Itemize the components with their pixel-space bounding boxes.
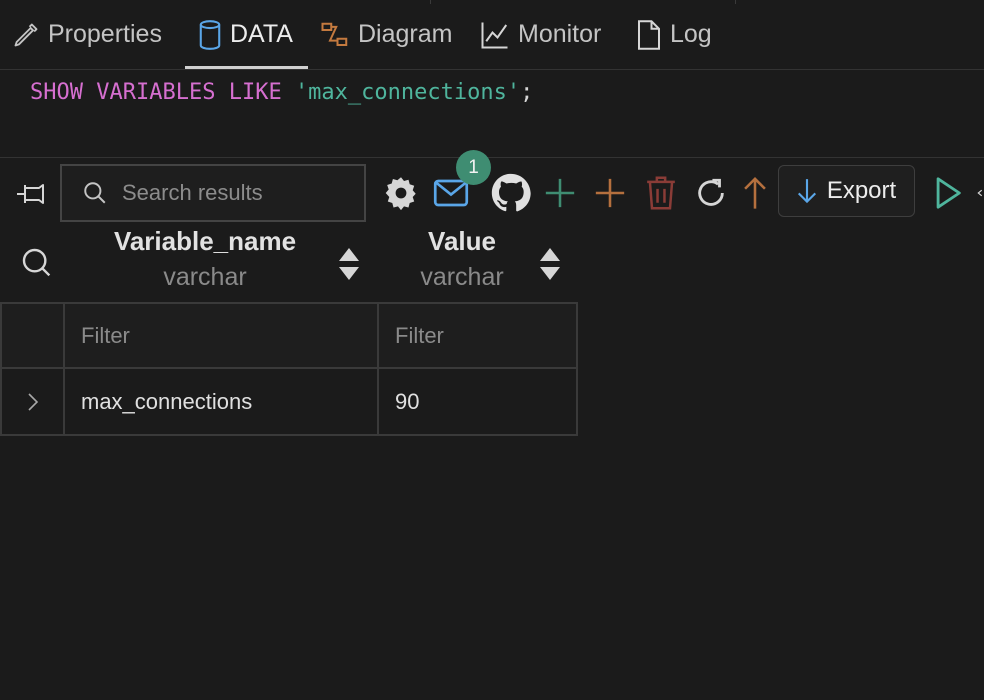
filter-input-variable-name[interactable]: Filter (65, 304, 379, 367)
sql-editor[interactable]: SHOW VARIABLES LIKE 'max_connections'; (0, 70, 984, 158)
tab-monitor-label: Monitor (518, 20, 602, 48)
settings-button[interactable] (382, 174, 420, 212)
sql-string: 'max_connections' (294, 80, 521, 105)
divider (735, 0, 736, 4)
run-button[interactable] (930, 174, 966, 212)
results-grid: Filter Filter max_connections 90 (0, 302, 578, 436)
sql-keyword: SHOW (30, 80, 83, 105)
plus-icon (545, 178, 575, 208)
document-icon (638, 19, 660, 50)
tab-diagram-label: Diagram (358, 20, 453, 48)
sql-keyword: VARIABLES (96, 80, 216, 105)
tab-bar: Properties DATA Diagram Monitor Log (0, 0, 984, 70)
column-name: Value (428, 226, 496, 256)
more-button[interactable] (976, 186, 984, 200)
filter-input-value[interactable]: Filter (379, 304, 578, 367)
column-type: varchar (420, 263, 504, 291)
github-button[interactable] (490, 172, 532, 214)
diagram-icon (321, 22, 348, 46)
refresh-button[interactable] (692, 174, 730, 212)
filter-spacer (0, 304, 65, 367)
column-name: Variable_name (113, 226, 297, 256)
tab-diagram[interactable]: Diagram (320, 0, 452, 69)
column-header-value[interactable]: Value varchar (392, 226, 532, 302)
column-header-variable-name[interactable]: Variable_name varchar (80, 226, 330, 302)
add-row-button[interactable] (542, 175, 578, 211)
search-icon (22, 248, 51, 277)
sort-button[interactable] (538, 246, 562, 287)
tab-properties-label: Properties (48, 20, 162, 48)
gear-icon (385, 177, 416, 211)
column-search-button[interactable] (18, 244, 54, 280)
sql-keyword: LIKE (228, 80, 282, 105)
arrow-down-icon (797, 179, 816, 204)
arrow-up-icon (744, 177, 766, 209)
tab-properties[interactable]: Properties (12, 0, 162, 69)
sort-icon (339, 248, 359, 280)
expand-row-button[interactable] (0, 369, 65, 434)
chevron-right-icon (27, 392, 38, 411)
export-button[interactable]: Export (778, 165, 915, 217)
refresh-icon (698, 178, 724, 206)
tab-data[interactable]: DATA (198, 0, 293, 69)
upload-button[interactable] (738, 174, 772, 212)
active-tab-indicator (185, 66, 308, 69)
filter-placeholder: Filter (395, 322, 444, 348)
search-icon (84, 182, 106, 204)
pin-icon (17, 184, 44, 204)
sql-query[interactable]: SHOW VARIABLES LIKE 'max_connections'; (30, 80, 533, 105)
export-label: Export (826, 177, 897, 204)
tab-log[interactable]: Log (636, 0, 712, 69)
insert-row-button[interactable] (592, 175, 628, 211)
tab-log-label: Log (670, 20, 712, 48)
plus-icon (595, 178, 625, 208)
filter-row: Filter Filter (0, 302, 578, 369)
sort-icon (540, 248, 560, 280)
delete-row-button[interactable] (642, 174, 680, 212)
column-type: varchar (163, 263, 247, 291)
pin-button[interactable] (14, 176, 50, 212)
chart-line-icon (481, 22, 508, 48)
search-results-box[interactable] (60, 164, 366, 222)
pencil-icon (14, 23, 38, 46)
cell-value[interactable]: 90 (379, 369, 578, 434)
notification-badge: 1 (456, 150, 491, 185)
cell-variable-name[interactable]: max_connections (65, 369, 379, 434)
tab-monitor[interactable]: Monitor (480, 0, 601, 69)
results-toolbar: Export (0, 160, 984, 226)
database-icon (199, 19, 221, 50)
sort-button[interactable] (337, 246, 361, 287)
filter-placeholder: Filter (81, 322, 130, 348)
tab-data-label: DATA (230, 20, 293, 48)
trash-icon (647, 176, 675, 210)
table-row[interactable]: max_connections 90 (0, 369, 578, 436)
github-icon (491, 173, 531, 212)
search-input[interactable] (122, 180, 342, 206)
chevron-left-icon (977, 189, 983, 197)
play-icon (936, 177, 961, 209)
sql-terminator: ; (520, 80, 534, 105)
